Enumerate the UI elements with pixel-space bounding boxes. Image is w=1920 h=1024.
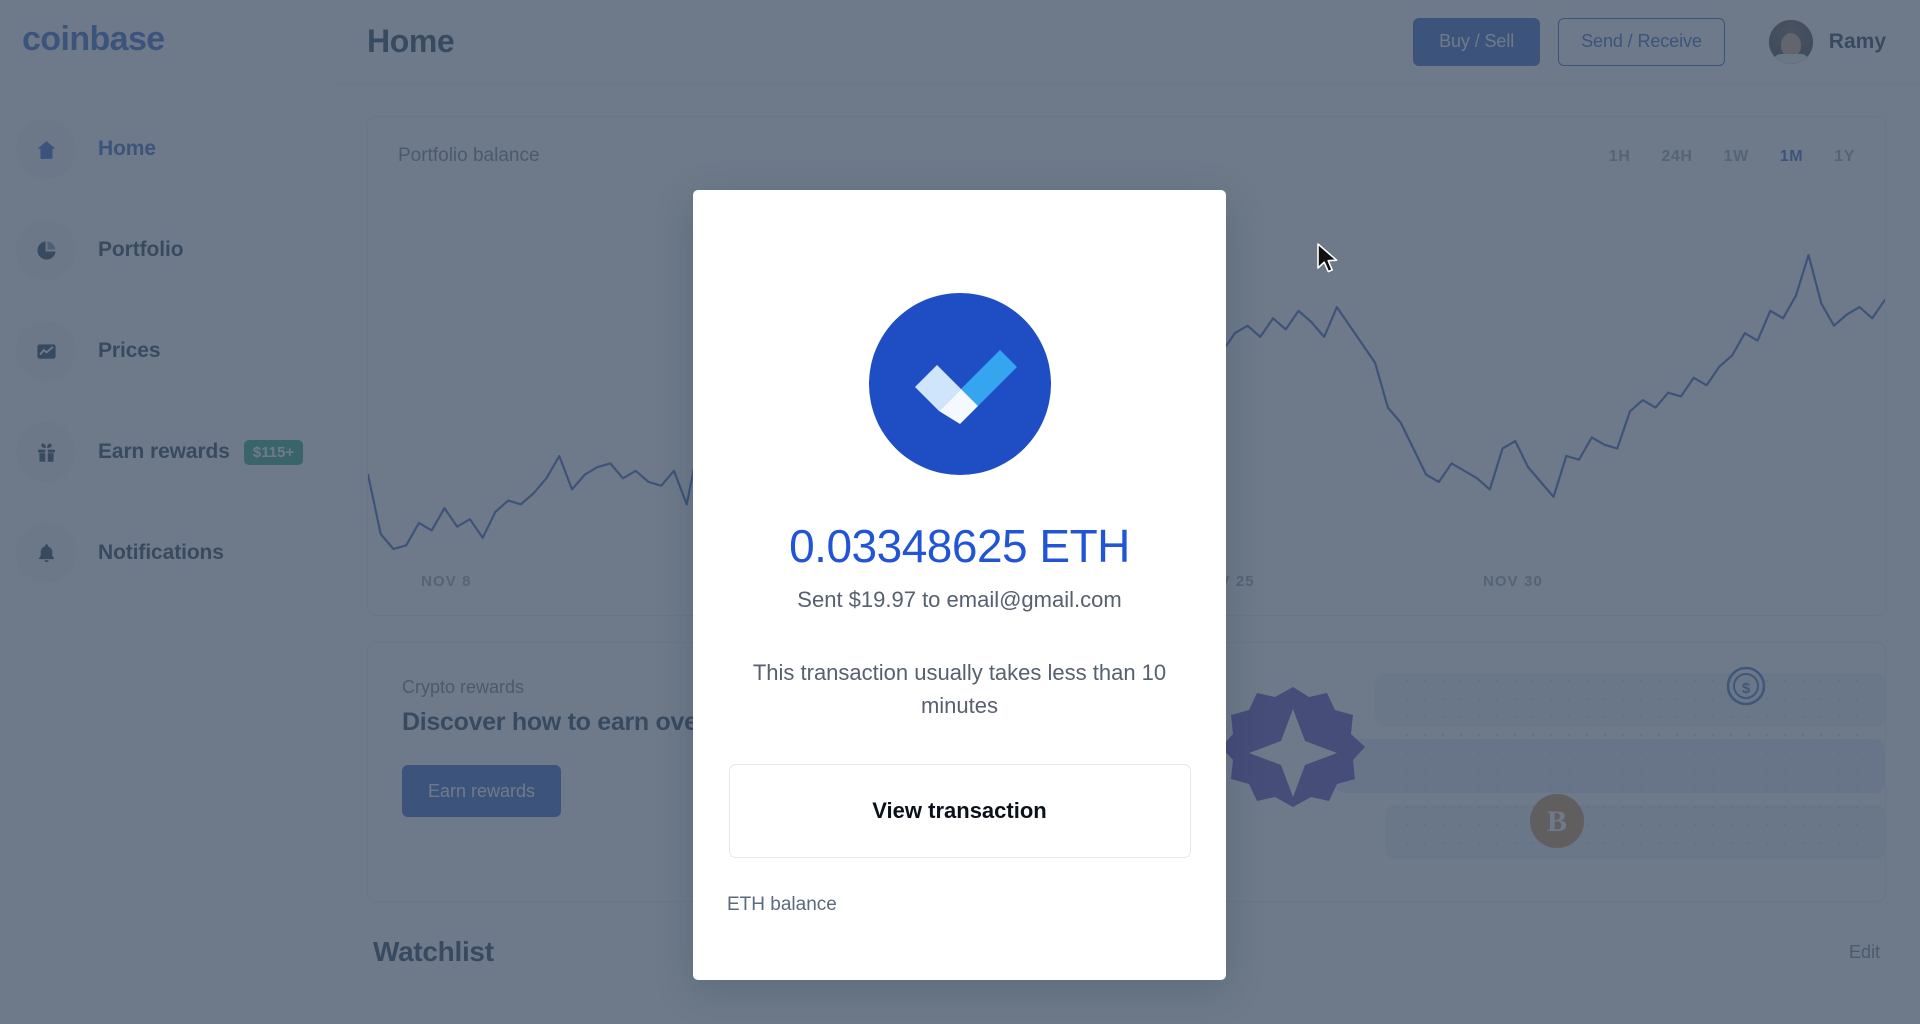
view-transaction-button[interactable]: View transaction (728, 764, 1191, 859)
transaction-note: This transaction usually takes less than… (752, 660, 1167, 718)
screen-root: coinbase Home Portfolio (0, 0, 1920, 1024)
transaction-success-modal: 0.03348625 ETH Sent $19.97 to email@gmai… (693, 190, 1226, 980)
transaction-subtitle: Sent $19.97 to email@gmail.com (797, 587, 1122, 612)
transaction-amount: 0.03348625 ETH (789, 520, 1130, 572)
success-check-icon (868, 293, 1051, 475)
mouse-cursor (1317, 243, 1338, 273)
eth-balance-label: ETH balance (727, 894, 837, 916)
